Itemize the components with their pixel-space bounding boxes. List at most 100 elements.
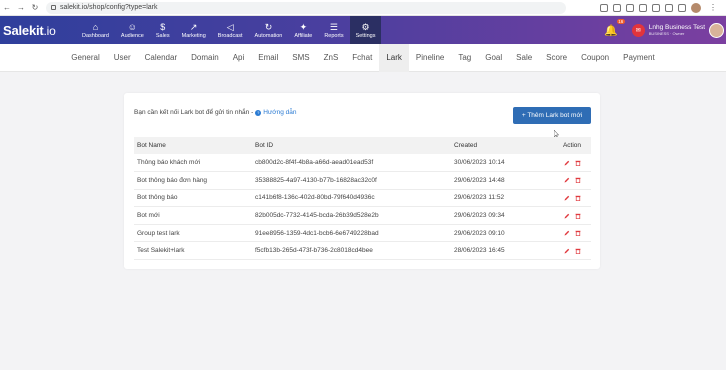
tab-general[interactable]: General	[64, 44, 106, 72]
menu-item-settings[interactable]: ⚙ Settings	[349, 16, 382, 44]
home-icon: ⌂	[92, 21, 99, 32]
tab-user[interactable]: User	[107, 44, 138, 72]
menu-item-broadcast[interactable]: ◁ Broadcast	[212, 16, 249, 44]
trash-icon[interactable]	[575, 230, 581, 237]
edit-icon[interactable]	[564, 248, 570, 254]
url-text: salekit.io/shop/config?type=lark	[60, 4, 158, 11]
trash-icon[interactable]	[575, 213, 581, 219]
salekit-logo[interactable]: Salekit.io	[0, 23, 76, 38]
created-cell: 29/06/2023 14:48	[451, 171, 553, 190]
lark-bot-card: Bạn cần kết nối Lark bot để gửi tin nhắn…	[124, 93, 600, 269]
user-avatar[interactable]	[709, 22, 724, 38]
menu-item-label: Dashboard	[82, 32, 109, 39]
edit-icon[interactable]	[564, 195, 570, 201]
back-icon[interactable]: ←	[0, 1, 14, 15]
created-cell: 29/06/2023 11:52	[451, 189, 553, 208]
dollar-icon: $	[160, 21, 166, 32]
tab-api[interactable]: Api	[226, 44, 252, 72]
tab-coupon[interactable]: Coupon	[574, 44, 616, 72]
edit-icon[interactable]	[564, 177, 570, 183]
tab-fchat[interactable]: Fchat	[345, 44, 379, 72]
action-cell	[553, 224, 591, 243]
trash-icon[interactable]	[575, 195, 581, 201]
menu-item-audience[interactable]: ☺ Audience	[115, 16, 150, 44]
edit-icon[interactable]	[564, 160, 570, 166]
bot-id-cell: 82b005dc-7732-4145-bcda-26b39d528e2b	[252, 206, 451, 225]
tab-calendar[interactable]: Calendar	[138, 44, 184, 72]
menu-item-label: Automation	[254, 32, 283, 39]
tab-domain[interactable]: Domain	[184, 44, 226, 72]
created-cell: 29/06/2023 09:34	[451, 206, 553, 225]
browser-toolbar: ← → ↻ salekit.io/shop/config?type=lark ⋮	[0, 0, 726, 16]
bot-id-cell: 35388825-4a97-4130-b77b-16828ac32c0f	[252, 171, 451, 190]
network-icon: ✦	[299, 21, 308, 32]
tab-lark[interactable]: Lark	[379, 43, 409, 72]
notification-badge: 16	[616, 18, 625, 24]
menu-item-reports[interactable]: ☰ Reports	[318, 16, 349, 44]
tab-sms[interactable]: SMS	[285, 44, 316, 72]
tab-payment[interactable]: Payment	[616, 44, 662, 72]
menu-item-label: Audience	[120, 32, 144, 39]
menu-item-label: Broadcast	[217, 32, 243, 39]
menu-item-label: Affiliate	[294, 32, 313, 39]
created-cell: 28/06/2023 16:45	[451, 241, 553, 261]
edit-icon[interactable]	[564, 213, 570, 219]
bot-id-cell: 91ee8956-1359-4dc1-bcb6-6e6749228bad	[252, 224, 451, 243]
bot-name-cell: Test Salekit+lark	[134, 241, 252, 261]
trash-icon[interactable]	[575, 160, 581, 166]
menu-item-affiliate[interactable]: ✦ Affiliate	[288, 16, 318, 44]
extensions-icon[interactable]	[652, 3, 660, 12]
trash-icon[interactable]	[575, 248, 581, 254]
star-icon[interactable]	[626, 3, 634, 12]
profile-avatar[interactable]	[691, 2, 701, 13]
trash-icon[interactable]	[575, 177, 581, 184]
menu-item-label: Reports	[324, 32, 344, 39]
lark-bot-table: Bot Name Bot ID Created Action Thông báo…	[134, 137, 591, 261]
forward-icon[interactable]: →	[14, 1, 28, 15]
tab-sale[interactable]: Sale	[509, 44, 539, 72]
tab-tag[interactable]: Tag	[451, 44, 478, 72]
action-cell	[553, 154, 591, 173]
menu-item-sales[interactable]: $ Sales	[150, 16, 176, 44]
menu-item-dashboard[interactable]: ⌂ Dashboard	[76, 16, 115, 44]
users-icon: ☺	[127, 21, 137, 32]
app-header: Salekit.io ⌂ Dashboard ☺ Audience $ Sales ↗ Mar…	[0, 16, 726, 44]
camera-icon[interactable]	[639, 3, 647, 12]
action-cell	[553, 171, 591, 190]
menu-item-label: Marketing	[181, 32, 206, 39]
business-switcher[interactable]: ✉ Lnhg Business Test BUSINESS · Owner	[631, 22, 726, 38]
action-cell	[553, 189, 591, 208]
table-row: Test Salekit+lark f5cfb13b-265d-473f-b736…	[134, 241, 591, 261]
translate-icon[interactable]	[600, 3, 608, 12]
tab-zns[interactable]: ZnS	[317, 44, 346, 72]
share-icon[interactable]	[613, 3, 621, 12]
table-row: Bot thông báo c141b6f8-136c-402d-80bd-79f…	[134, 189, 591, 208]
tab-goal[interactable]: Goal	[478, 44, 509, 72]
column-header: Bot ID	[252, 137, 451, 154]
lark-notice: Bạn cần kết nối Lark bot để gửi tin nhắn…	[134, 109, 296, 116]
notification-bell-icon[interactable]: 🔔 16	[604, 18, 625, 37]
tab-email[interactable]: Email	[251, 44, 285, 72]
gear-icon: ⚙	[361, 21, 370, 32]
menu-item-automation[interactable]: ↻ Automation	[249, 16, 289, 44]
business-role: BUSINESS · Owner	[648, 31, 685, 36]
notice-text: Bạn cần kết nối Lark bot để gửi tin nhắn…	[134, 109, 254, 116]
chart-icon: ↗	[189, 21, 198, 32]
bot-name-cell: Bot thông báo	[134, 189, 252, 208]
menu-item-marketing[interactable]: ↗ Marketing	[176, 16, 212, 44]
created-cell: 30/06/2023 10:14	[451, 154, 553, 173]
business-name: Lnhg Business Test	[648, 24, 705, 31]
reload-icon[interactable]: ↻	[28, 1, 42, 15]
tab-pineline[interactable]: Pineline	[409, 44, 451, 72]
add-lark-bot-button[interactable]: + Thêm Lark bot mới	[513, 107, 591, 124]
bot-name-cell: Group test lark	[134, 224, 252, 243]
address-bar[interactable]: salekit.io/shop/config?type=lark	[46, 1, 566, 14]
table-row: Thông báo khách mới cb800d2c-8f4f-4b8a-a6…	[134, 154, 591, 173]
guide-link[interactable]: ? Hướng dẫn	[255, 109, 296, 116]
sidebar-icon[interactable]	[678, 3, 686, 12]
edit-icon[interactable]	[564, 230, 570, 236]
media-icon[interactable]	[665, 3, 673, 12]
column-header: Created	[451, 137, 553, 154]
more-icon[interactable]: ⋮	[706, 1, 720, 15]
tab-score[interactable]: Score	[539, 44, 574, 72]
